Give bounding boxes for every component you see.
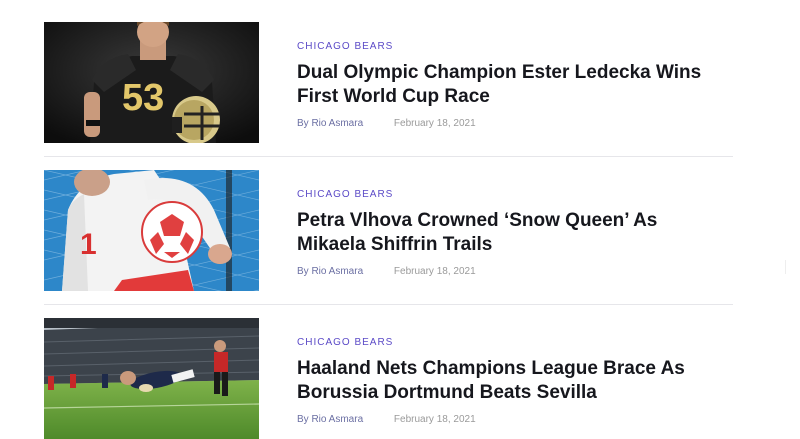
divider: [44, 156, 733, 157]
article-list: 53 CHICAGO BEARS Dual Olympic Champion E…: [44, 22, 733, 439]
article-thumbnail[interactable]: 53: [44, 22, 259, 143]
rugby-stadium-image: [44, 318, 259, 439]
article-title-link[interactable]: Petra Vlhova Crowned ‘Snow Queen’ As Mik…: [297, 209, 733, 257]
article-title-line: Mikaela Shiffrin Trails: [297, 234, 493, 255]
article-thumbnail[interactable]: 1: [44, 170, 259, 291]
article-title-line: Haaland Nets Champions League Brace As: [297, 358, 685, 379]
category-link[interactable]: CHICAGO BEARS: [297, 189, 393, 200]
article-title-line: First World Cup Race: [297, 86, 490, 107]
author-link[interactable]: By Rio Asmara: [297, 414, 363, 425]
category-link[interactable]: CHICAGO BEARS: [297, 41, 393, 52]
article-title-line: Dual Olympic Champion Ester Ledecka Wins: [297, 62, 702, 83]
byline: By Rio Asmara February 18, 2021: [297, 266, 733, 277]
publish-date: February 18, 2021: [393, 118, 476, 129]
article-title-link[interactable]: Dual Olympic Champion Ester Ledecka Wins…: [297, 61, 733, 109]
byline: By Rio Asmara February 18, 2021: [297, 118, 733, 129]
goalkeeper-ball-image: 1: [44, 170, 259, 291]
article-thumbnail[interactable]: [44, 318, 259, 439]
article-meta: CHICAGO BEARS Dual Olympic Champion Este…: [297, 36, 733, 129]
jersey-number: 53: [122, 77, 164, 119]
article-card: 53 CHICAGO BEARS Dual Olympic Champion E…: [44, 22, 733, 143]
publish-date: February 18, 2021: [393, 414, 476, 425]
scroll-edge: [785, 260, 786, 274]
jersey-number: 1: [80, 228, 97, 261]
article-title-line: Petra Vlhova Crowned ‘Snow Queen’ As: [297, 210, 658, 231]
article-meta: CHICAGO BEARS Haaland Nets Champions Lea…: [297, 332, 733, 425]
article-title-link[interactable]: Haaland Nets Champions League Brace As B…: [297, 357, 733, 405]
category-link[interactable]: CHICAGO BEARS: [297, 337, 393, 348]
article-meta: CHICAGO BEARS Petra Vlhova Crowned ‘Snow…: [297, 184, 733, 277]
american-football-player-image: 53: [44, 22, 259, 143]
article-card: CHICAGO BEARS Haaland Nets Champions Lea…: [44, 318, 733, 439]
byline: By Rio Asmara February 18, 2021: [297, 414, 733, 425]
article-title-line: Borussia Dortmund Beats Sevilla: [297, 382, 597, 403]
author-link[interactable]: By Rio Asmara: [297, 266, 363, 277]
divider: [44, 304, 733, 305]
publish-date: February 18, 2021: [393, 266, 476, 277]
article-card: 1 CHICAGO BEARS Petra Vlhova Crowned ‘Sn…: [44, 170, 733, 291]
author-link[interactable]: By Rio Asmara: [297, 118, 363, 129]
